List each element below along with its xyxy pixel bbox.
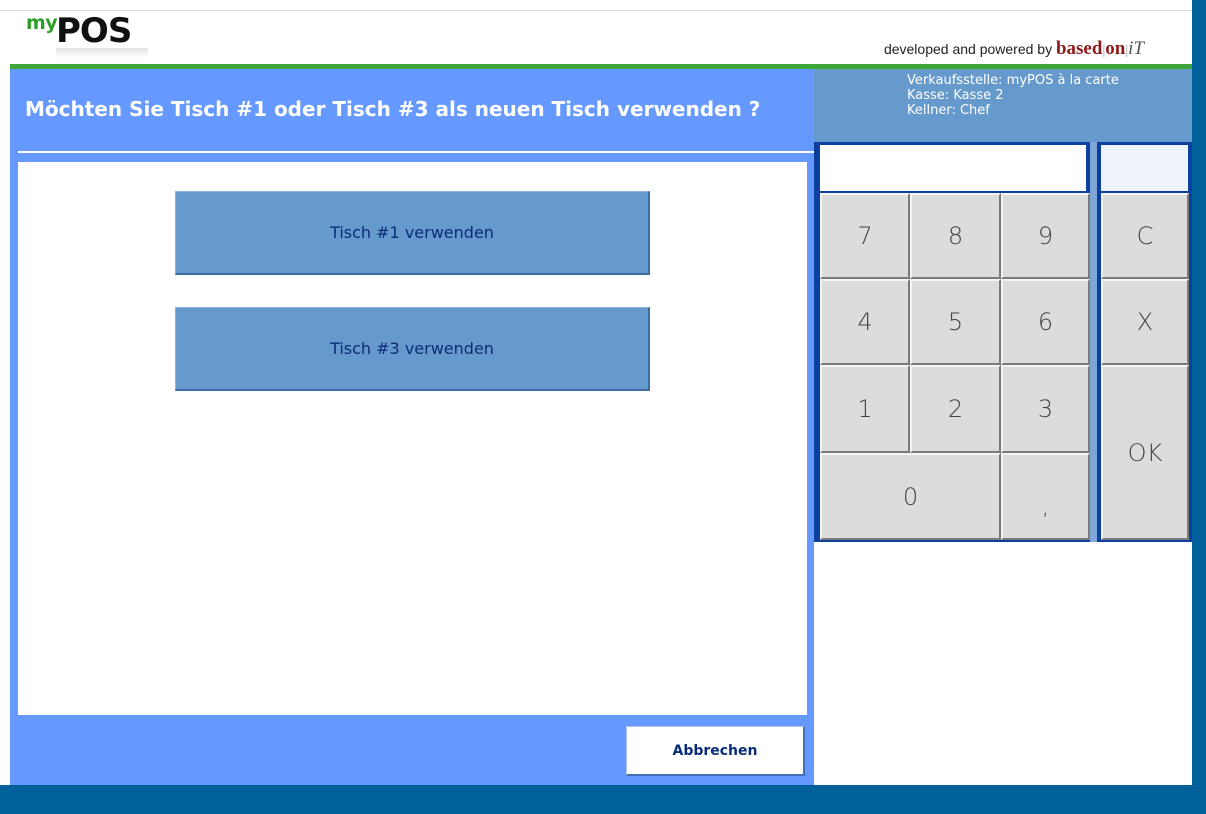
credit-prefix: developed and powered by: [883, 41, 1056, 57]
key-4[interactable]: 4: [820, 279, 910, 365]
keypad-blank-area: [814, 542, 1192, 785]
numeric-keypad: 7 8 9 C 4 5 6 X 1 2 3 OK 0 ,: [814, 142, 1192, 542]
key-2[interactable]: 2: [910, 365, 1001, 453]
session-info-lines: Verkaufsstelle: myPOS à la carte Kasse: …: [907, 73, 1119, 118]
key-0[interactable]: 0: [820, 453, 1001, 540]
key-6[interactable]: 6: [1001, 279, 1090, 365]
keypad-side-display[interactable]: [1101, 145, 1188, 191]
sales-point-label: Verkaufsstelle: myPOS à la carte: [907, 73, 1119, 88]
developer-credit: developed and powered by based|on|iT: [884, 38, 1144, 60]
logo-reflection: [56, 48, 148, 58]
window-frame-right: [1192, 0, 1206, 814]
key-1[interactable]: 1: [820, 365, 910, 453]
waiter-label: Kellner: Chef: [907, 103, 990, 118]
question-underline: [18, 151, 814, 153]
brand-on: on: [1105, 38, 1126, 59]
logo-my: my: [26, 12, 58, 34]
window-frame-bottom: [0, 785, 1206, 814]
dialog-content: Tisch #1 verwenden Tisch #3 verwenden: [18, 162, 807, 715]
key-cancel-x[interactable]: X: [1101, 279, 1189, 365]
key-7[interactable]: 7: [820, 193, 910, 279]
key-9[interactable]: 9: [1001, 193, 1090, 279]
key-3[interactable]: 3: [1001, 365, 1090, 453]
key-comma[interactable]: ,: [1001, 453, 1090, 540]
logo-pos: POS: [56, 11, 132, 51]
keypad-separator: [1090, 142, 1097, 542]
brand-it: iT: [1128, 38, 1144, 59]
key-5[interactable]: 5: [910, 279, 1001, 365]
keypad-display[interactable]: [820, 145, 1086, 191]
register-label: Kasse: Kasse 2: [907, 88, 1004, 103]
key-8[interactable]: 8: [910, 193, 1001, 279]
basedonit-logo: based|on|iT: [1055, 38, 1144, 59]
cancel-button[interactable]: Abbrechen: [626, 726, 805, 776]
key-ok[interactable]: OK: [1101, 365, 1189, 540]
dialog-panel: Möchten Sie Tisch #1 oder Tisch #3 als n…: [10, 69, 814, 785]
app-header: my POS developed and powered by based|on…: [0, 0, 1192, 67]
dialog-question: Möchten Sie Tisch #1 oder Tisch #3 als n…: [25, 97, 761, 121]
header-divider: [0, 10, 1192, 11]
use-table-1-button[interactable]: Tisch #1 verwenden: [175, 191, 650, 275]
brand-based: based: [1055, 38, 1103, 59]
key-clear[interactable]: C: [1101, 193, 1189, 279]
session-info: Verkaufsstelle: myPOS à la carte Kasse: …: [814, 69, 1192, 142]
use-table-3-button[interactable]: Tisch #3 verwenden: [175, 307, 650, 391]
